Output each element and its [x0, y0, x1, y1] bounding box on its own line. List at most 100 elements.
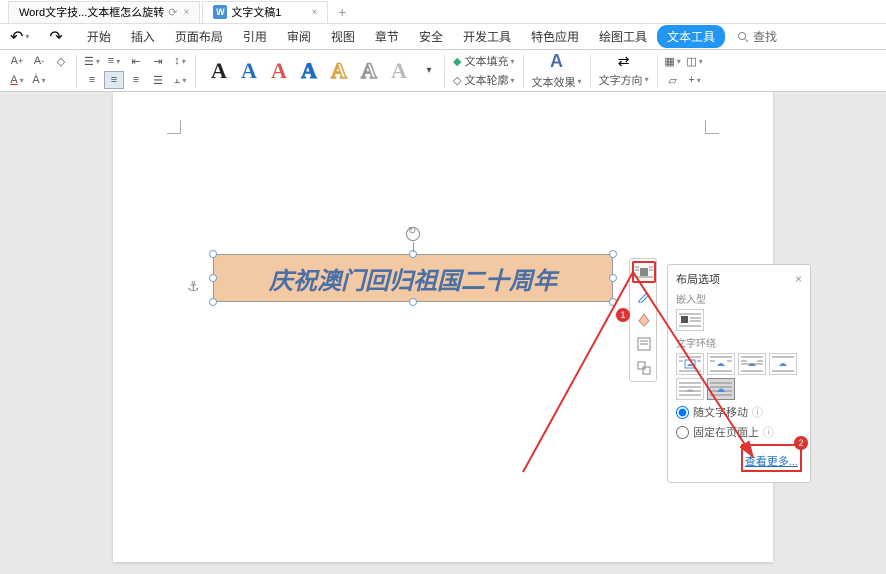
text-outline-button[interactable]: ◇ 文本轮廓▾: [449, 71, 519, 89]
see-more-link-box: 查看更多... 2: [741, 444, 802, 472]
text-style-6[interactable]: A: [356, 56, 382, 86]
text-effects-icon: A: [550, 51, 563, 72]
radio-fixed-position-input[interactable]: [676, 426, 689, 439]
gallery-more-button[interactable]: ▾: [419, 62, 439, 80]
grow-font-button[interactable]: A+: [7, 52, 27, 70]
tab-label: Word文字技...文本框怎么旋转: [19, 4, 164, 20]
clear-format-button[interactable]: ◇: [51, 52, 71, 70]
shape-outline-button[interactable]: [632, 285, 656, 307]
redo-button[interactable]: ↷: [43, 25, 68, 49]
menu-review[interactable]: 审阅: [277, 25, 321, 48]
menu-security[interactable]: 安全: [409, 25, 453, 48]
search-box[interactable]: 查找: [737, 28, 777, 45]
layout-options-button[interactable]: [632, 261, 656, 283]
phonetic-button[interactable]: Ȧ▾: [29, 71, 49, 89]
radio-fixed-position[interactable]: 固定在页面上 ⓘ: [676, 424, 802, 440]
resize-handle-ml[interactable]: [209, 274, 217, 282]
menu-special[interactable]: 特色应用: [521, 25, 589, 48]
numbering-button[interactable]: ≡▾: [104, 52, 124, 70]
menu-insert[interactable]: 插入: [121, 25, 165, 48]
wrap-text-button[interactable]: [632, 333, 656, 355]
extra-group: ▦▾ ◫▾ ▱ +▾: [662, 54, 710, 88]
tab-bar: Word文字技...文本框怎么旋转 ⟳ × W 文字文稿1 × +: [0, 0, 886, 24]
wrap-behind[interactable]: [676, 378, 704, 400]
wrap-tight[interactable]: [707, 353, 735, 375]
menu-start[interactable]: 开始: [77, 25, 121, 48]
tab-document-2[interactable]: W 文字文稿1 ×: [202, 1, 328, 23]
group-icon: [637, 361, 651, 375]
resize-handle-tl[interactable]: [209, 250, 217, 258]
line-spacing-button[interactable]: ↕▾: [170, 52, 190, 70]
bullets-button[interactable]: ☰▾: [82, 52, 102, 70]
document-area: ⚓︎ 庆祝澳门回归祖国二十周年 1: [0, 92, 886, 574]
close-icon[interactable]: ×: [311, 7, 317, 18]
menu-text-tools[interactable]: 文本工具: [657, 25, 725, 48]
align-center-button[interactable]: ≡: [104, 71, 124, 89]
text-effects-button[interactable]: 文本效果▾: [528, 73, 586, 91]
text-style-3[interactable]: A: [266, 56, 292, 86]
undo-button[interactable]: ↶▾: [4, 25, 35, 49]
shape-fill-button[interactable]: ▦▾: [663, 52, 683, 70]
font-group: A+ A- ◇ A▾ Ȧ▾: [6, 54, 77, 88]
text-direction-group: ⇄ 文字方向▾: [595, 54, 658, 88]
text-style-1[interactable]: A: [206, 56, 232, 86]
text-direction-button[interactable]: 文字方向▾: [595, 71, 653, 89]
doc-icon: W: [213, 5, 227, 19]
text-effects-group: A 文本效果▾: [528, 54, 591, 88]
radio-move-with-text-input[interactable]: [676, 406, 689, 419]
indent-right-button[interactable]: ⇥: [148, 52, 168, 70]
more-shape-button[interactable]: +▾: [685, 71, 705, 89]
selected-textbox[interactable]: 庆祝澳门回归祖国二十周年: [213, 254, 613, 302]
resize-handle-bl[interactable]: [209, 298, 217, 306]
wrap-inline[interactable]: [676, 309, 704, 331]
indent-left-button[interactable]: ⇤: [126, 52, 146, 70]
shrink-font-button[interactable]: A-: [29, 52, 49, 70]
text-format-group: ◆ 文本填充▾ ◇ 文本轮廓▾: [449, 54, 524, 88]
search-placeholder: 查找: [753, 28, 777, 45]
panel-title: 布局选项: [676, 271, 720, 287]
tab-document-1[interactable]: Word文字技...文本框怎么旋转 ⟳ ×: [8, 1, 200, 23]
pen-icon: [637, 289, 651, 303]
menu-drawing-tools[interactable]: 绘图工具: [589, 25, 657, 48]
text-style-2[interactable]: A: [236, 56, 262, 86]
style-gallery-group: A A A A A A A ▾: [200, 54, 445, 88]
distribute-button[interactable]: ⫠▾: [170, 71, 190, 89]
wrap-square[interactable]: [676, 353, 704, 375]
resize-handle-tr[interactable]: [609, 250, 617, 258]
shape-effects-button[interactable]: ▱: [663, 71, 683, 89]
shape-outline-button[interactable]: ◫▾: [685, 52, 705, 70]
text-fill-button[interactable]: ◆ 文本填充▾: [449, 52, 519, 70]
close-icon[interactable]: ×: [795, 272, 802, 286]
align-left-button[interactable]: ≡: [82, 71, 102, 89]
see-more-link[interactable]: 查看更多...: [745, 453, 798, 469]
wrap-top-bottom[interactable]: [769, 353, 797, 375]
info-icon: ⓘ: [763, 424, 774, 440]
shape-fill-button[interactable]: [632, 309, 656, 331]
resize-handle-mr[interactable]: [609, 274, 617, 282]
page[interactable]: ⚓︎ 庆祝澳门回归祖国二十周年 1: [113, 92, 773, 562]
text-style-7[interactable]: A: [386, 56, 412, 86]
wrap-in-front[interactable]: [707, 378, 735, 400]
font-color-button[interactable]: A▾: [7, 71, 27, 89]
align-right-button[interactable]: ≡: [126, 71, 146, 89]
align-justify-button[interactable]: ☰: [148, 71, 168, 89]
menu-bar: ↶▾ ↷ 开始 插入 页面布局 引用 审阅 视图 章节 安全 开发工具 特色应用…: [0, 24, 886, 50]
text-style-5[interactable]: A: [326, 56, 352, 86]
group-button[interactable]: [632, 357, 656, 379]
menu-references[interactable]: 引用: [233, 25, 277, 48]
tab-label: 文字文稿1: [231, 4, 281, 20]
menu-chapter[interactable]: 章节: [365, 25, 409, 48]
close-icon[interactable]: ×: [183, 7, 189, 18]
menu-page-layout[interactable]: 页面布局: [165, 25, 233, 48]
text-style-4[interactable]: A: [296, 56, 322, 86]
resize-handle-br[interactable]: [609, 298, 617, 306]
anchor-icon: ⚓︎: [187, 278, 200, 295]
rotate-handle[interactable]: [406, 227, 420, 241]
resize-handle-bm[interactable]: [409, 298, 417, 306]
radio-move-with-text[interactable]: 随文字移动 ⓘ: [676, 404, 802, 420]
wrap-through[interactable]: [738, 353, 766, 375]
menu-dev-tools[interactable]: 开发工具: [453, 25, 521, 48]
menu-view[interactable]: 视图: [321, 25, 365, 48]
new-tab-button[interactable]: +: [330, 2, 354, 22]
ribbon-toolbar: A+ A- ◇ A▾ Ȧ▾ ☰▾ ≡▾ ⇤ ⇥ ↕▾ ≡ ≡ ≡ ☰: [0, 50, 886, 92]
